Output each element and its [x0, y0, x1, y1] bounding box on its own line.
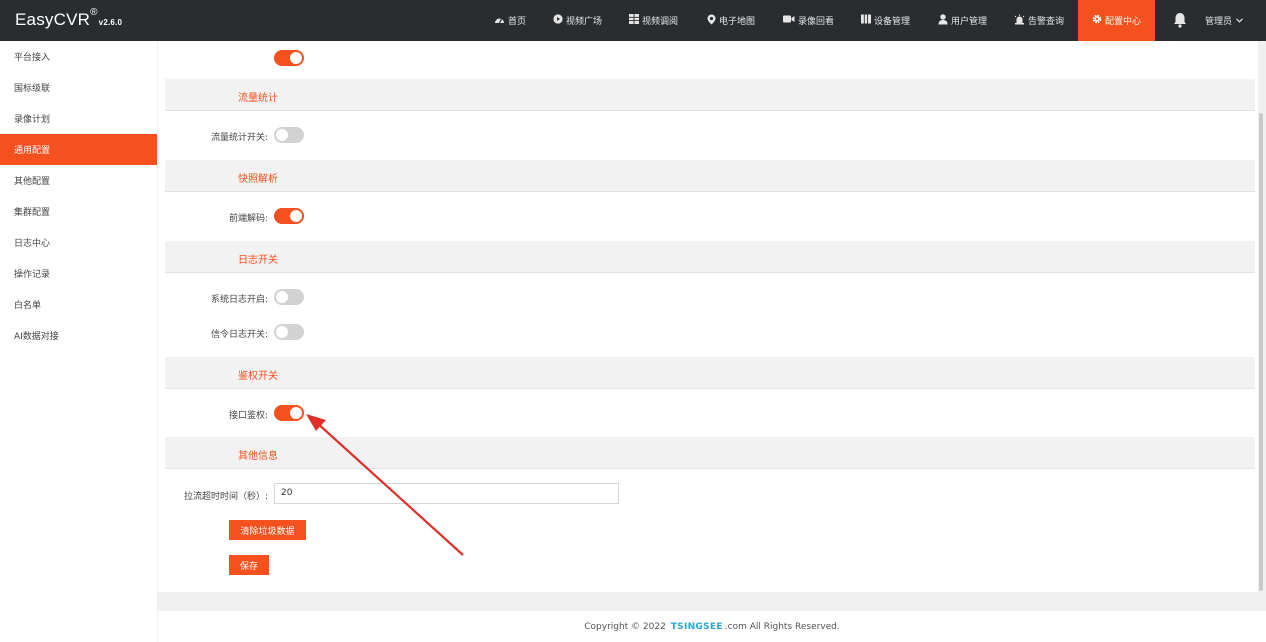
sidebar-item-recording-plan[interactable]: 录像计划: [0, 103, 157, 134]
nav-user-management[interactable]: 用户管理: [938, 0, 987, 41]
user-menu[interactable]: 管理员: [1205, 0, 1243, 41]
nav-label: 用户管理: [951, 17, 988, 27]
system-log-toggle[interactable]: [274, 289, 304, 305]
nav-label: 录像回看: [798, 17, 835, 27]
nav-label: 视频广场: [566, 17, 603, 27]
map-pin-icon: [707, 14, 716, 28]
nav-label: 配置中心: [1104, 17, 1141, 27]
frontend-decode-label: 前端解码:: [228, 214, 268, 224]
sidebar-item-cluster-config[interactable]: 集群配置: [0, 196, 157, 227]
nav-label: 首页: [508, 17, 527, 27]
footer: Copyright © 2022 TSINGSEE .com All Rights…: [158, 611, 1266, 642]
save-button[interactable]: 保存: [229, 555, 269, 575]
section-title: 日志开关: [238, 255, 278, 266]
nav-config-center[interactable]: 配置中心: [1078, 0, 1155, 41]
nav-device-management[interactable]: 设备管理: [861, 0, 910, 41]
brand-link[interactable]: TSINGSEE: [671, 622, 723, 632]
toggle-knob: [276, 291, 288, 303]
user-icon: [938, 13, 948, 28]
toggle-knob: [276, 129, 288, 141]
sidebar-item-ai-data[interactable]: AI数据对接: [0, 320, 157, 351]
toggle-knob: [276, 326, 288, 338]
section-title: 流量统计: [238, 93, 278, 104]
app-name: EasyCVR: [15, 10, 91, 29]
app-logo[interactable]: EasyCVR®v2.6.0: [15, 7, 123, 30]
nav-label: 电子地图: [719, 17, 756, 27]
signal-log-label: 信令日志开关:: [210, 330, 268, 340]
nav-video-review[interactable]: 视频调阅: [629, 0, 678, 41]
api-auth-label: 接口鉴权:: [228, 411, 268, 421]
dashboard-icon: [494, 15, 505, 27]
toggle-knob: [290, 407, 302, 419]
video-camera-icon: [783, 15, 795, 26]
nav-alarm-query[interactable]: 告警查询: [1014, 0, 1064, 41]
section-snapshot: 快照解析: [165, 160, 1255, 192]
sidebar-item-platform-access[interactable]: 平台接入: [0, 41, 157, 72]
sidebar-item-other-config[interactable]: 其他配置: [0, 165, 157, 196]
app-version: v2.6.0: [98, 18, 123, 27]
nav-label: 设备管理: [874, 17, 911, 27]
traffic-toggle-label: 流量统计开关:: [210, 133, 268, 143]
copyright-text: Copyright © 2022: [584, 621, 666, 632]
sidebar-item-gb-cascade[interactable]: 国标级联: [0, 72, 157, 103]
toggle-knob: [290, 210, 302, 222]
nav-label: 视频调阅: [642, 17, 679, 27]
nav-playback[interactable]: 录像回看: [783, 0, 834, 41]
settings-panel: 流量统计 流量统计开关: 快照解析 前端解码: 日志开关 系统日志开启: 信令日…: [158, 41, 1258, 592]
section-title: 鉴权开关: [238, 371, 278, 382]
clipped-toggle[interactable]: [274, 50, 304, 66]
section-auth: 鉴权开关: [165, 357, 1255, 389]
username: 管理员: [1205, 17, 1233, 27]
top-navigation-bar: EasyCVR®v2.6.0 首页 视频广场 视频调阅 电子地图 录像回看 设备…: [0, 0, 1266, 41]
section-other: 其他信息: [165, 437, 1255, 469]
traffic-stats-toggle[interactable]: [274, 127, 304, 143]
section-title: 快照解析: [238, 174, 278, 185]
system-log-label: 系统日志开启:: [210, 295, 268, 305]
section-log: 日志开关: [165, 241, 1255, 273]
device-icon: [861, 14, 871, 27]
play-circle-icon: [553, 14, 563, 27]
section-title: 其他信息: [238, 451, 278, 462]
section-traffic: 流量统计: [165, 79, 1255, 111]
nav-video-square[interactable]: 视频广场: [553, 0, 602, 41]
api-auth-toggle[interactable]: [274, 405, 304, 421]
bell-icon[interactable]: [1173, 12, 1187, 28]
gear-icon: [1092, 14, 1102, 27]
nav-label: 告警查询: [1028, 17, 1065, 27]
sidebar: 平台接入 国标级联 录像计划 通用配置 其他配置 集群配置 日志中心 操作记录 …: [0, 41, 157, 642]
alarm-icon: [1014, 14, 1025, 28]
registered-mark: ®: [90, 7, 98, 19]
main-content: 流量统计 流量统计开关: 快照解析 前端解码: 日志开关 系统日志开启: 信令日…: [158, 41, 1266, 611]
pull-timeout-label: 拉流超时时间（秒）:: [183, 492, 268, 502]
copyright-suffix: .com All Rights Reserved.: [724, 621, 840, 632]
sidebar-item-log-center[interactable]: 日志中心: [0, 227, 157, 258]
clear-garbage-data-button[interactable]: 清除垃圾数据: [229, 520, 306, 540]
toggle-knob: [290, 52, 302, 64]
grid-icon: [629, 14, 639, 27]
frontend-decode-toggle[interactable]: [274, 208, 304, 224]
nav-electronic-map[interactable]: 电子地图: [707, 0, 755, 41]
sidebar-item-operation-log[interactable]: 操作记录: [0, 258, 157, 289]
vertical-scrollbar[interactable]: [1259, 113, 1263, 591]
chevron-down-icon: [1236, 16, 1243, 25]
signal-log-toggle[interactable]: [274, 324, 304, 340]
sidebar-item-whitelist[interactable]: 白名单: [0, 289, 157, 320]
pull-timeout-input[interactable]: 20: [274, 483, 619, 504]
nav-home[interactable]: 首页: [494, 0, 526, 41]
sidebar-item-general-config[interactable]: 通用配置: [0, 134, 157, 165]
